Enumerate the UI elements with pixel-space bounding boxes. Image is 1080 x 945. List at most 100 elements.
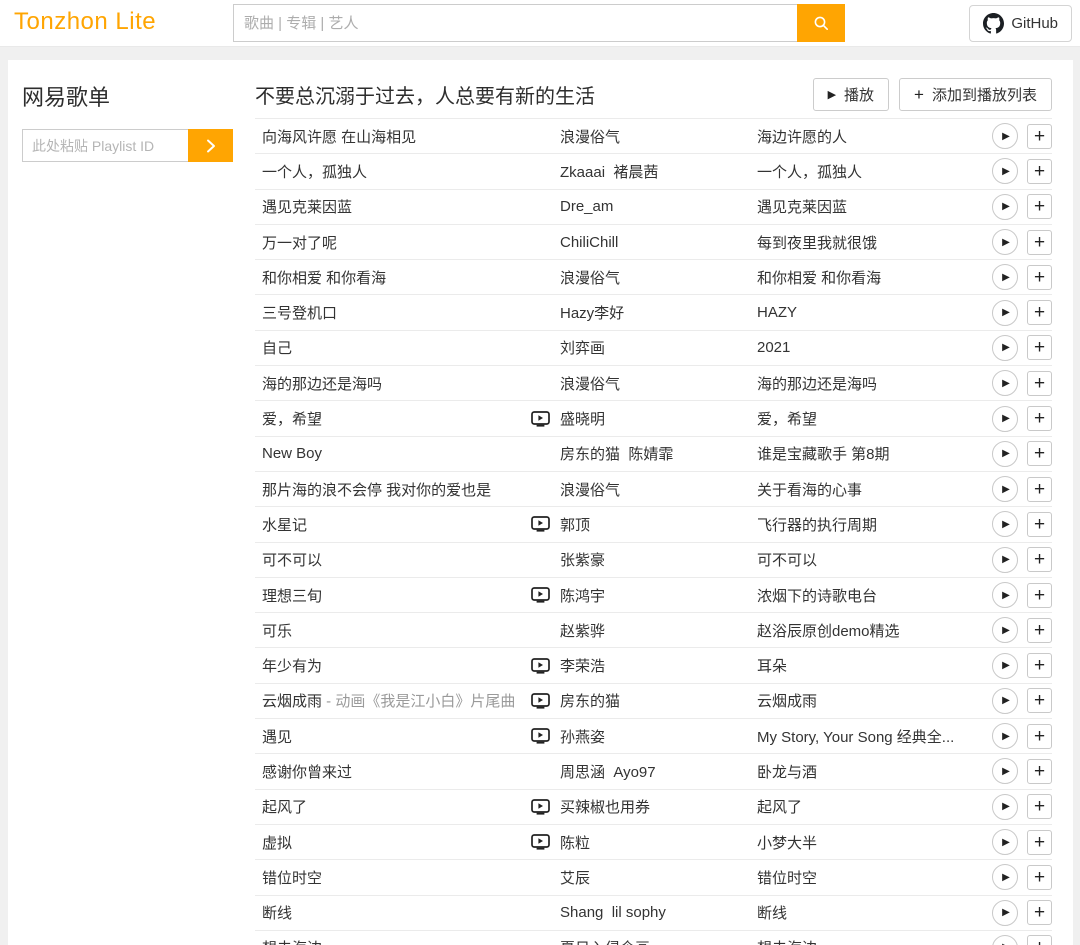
plus-icon: +: [1034, 303, 1045, 322]
github-button[interactable]: GitHub: [969, 5, 1072, 42]
song-cell: New Boy: [262, 445, 550, 462]
table-row: 断线 Shang lil sophy 断线 ▶ +: [255, 896, 1052, 931]
search-input[interactable]: [233, 4, 797, 42]
playlist-id-input[interactable]: [22, 129, 188, 162]
app-logo[interactable]: Tonzhon Lite: [14, 8, 156, 36]
row-play-button[interactable]: ▶: [992, 723, 1018, 749]
mv-icon[interactable]: [531, 411, 550, 427]
song-cell: 云烟成雨 - 动画《我是江小白》片尾曲: [262, 690, 550, 711]
row-play-button[interactable]: ▶: [992, 406, 1018, 432]
plus-icon: +: [1034, 691, 1045, 710]
row-play-button[interactable]: ▶: [992, 229, 1018, 255]
song-album: 关于看海的心事: [757, 479, 985, 500]
play-icon: ▶: [1002, 519, 1010, 530]
row-add-button[interactable]: +: [1027, 512, 1052, 537]
row-play-button[interactable]: ▶: [992, 794, 1018, 820]
play-icon: ▶: [1002, 695, 1010, 706]
add-all-button[interactable]: + 添加到播放列表: [899, 78, 1052, 111]
row-play-button[interactable]: ▶: [992, 758, 1018, 784]
row-add-button[interactable]: +: [1027, 724, 1052, 749]
plus-icon: +: [1034, 656, 1045, 675]
mv-icon[interactable]: [531, 587, 550, 603]
row-play-button[interactable]: ▶: [992, 688, 1018, 714]
row-play-button[interactable]: ▶: [992, 441, 1018, 467]
song-cell: 万一对了呢: [262, 232, 550, 253]
row-add-button[interactable]: +: [1027, 830, 1052, 855]
row-add-button[interactable]: +: [1027, 794, 1052, 819]
row-add-button[interactable]: +: [1027, 653, 1052, 678]
search-button[interactable]: [797, 4, 845, 42]
row-add-button[interactable]: +: [1027, 865, 1052, 890]
song-album: 赵浴辰原创demo精选: [757, 620, 985, 641]
song-name: 虚拟: [262, 835, 292, 852]
row-add-button[interactable]: +: [1027, 194, 1052, 219]
row-play-button[interactable]: ▶: [992, 653, 1018, 679]
plus-icon: +: [1034, 797, 1045, 816]
song-cell: 想去海边: [262, 937, 550, 945]
row-add-button[interactable]: +: [1027, 335, 1052, 360]
song-album: 小梦大半: [757, 832, 985, 853]
song-cell: 那片海的浪不会停 我对你的爱也是: [262, 479, 550, 500]
song-cell: 水星记: [262, 514, 550, 535]
mv-icon[interactable]: [531, 516, 550, 532]
row-add-button[interactable]: +: [1027, 159, 1052, 184]
row-play-button[interactable]: ▶: [992, 582, 1018, 608]
row-play-button[interactable]: ▶: [992, 935, 1018, 945]
play-icon: ▶: [1002, 801, 1010, 812]
row-play-button[interactable]: ▶: [992, 829, 1018, 855]
row-add-button[interactable]: +: [1027, 900, 1052, 925]
table-row: 那片海的浪不会停 我对你的爱也是 浪漫俗气 关于看海的心事 ▶ +: [255, 472, 1052, 507]
row-play-button[interactable]: ▶: [992, 123, 1018, 149]
mv-icon[interactable]: [531, 799, 550, 815]
plus-icon: +: [1034, 127, 1045, 146]
row-add-button[interactable]: +: [1027, 547, 1052, 572]
table-row: 遇见克莱因蓝 Dre_am 遇见克莱因蓝 ▶ +: [255, 190, 1052, 225]
song-artist: 浪漫俗气: [560, 373, 750, 394]
table-row: New Boy 房东的猫 陈婧霏 谁是宝藏歌手 第8期 ▶ +: [255, 437, 1052, 472]
row-add-button[interactable]: +: [1027, 618, 1052, 643]
mv-icon[interactable]: [531, 693, 550, 709]
row-add-button[interactable]: +: [1027, 583, 1052, 608]
row-play-button[interactable]: ▶: [992, 617, 1018, 643]
row-play-button[interactable]: ▶: [992, 547, 1018, 573]
row-play-button[interactable]: ▶: [992, 900, 1018, 926]
song-album: My Story, Your Song 经典全...: [757, 726, 985, 747]
playlist-submit-button[interactable]: [188, 129, 233, 162]
row-play-button[interactable]: ▶: [992, 370, 1018, 396]
row-play-button[interactable]: ▶: [992, 335, 1018, 361]
row-play-button[interactable]: ▶: [992, 264, 1018, 290]
row-play-button[interactable]: ▶: [992, 158, 1018, 184]
plus-icon: +: [1034, 409, 1045, 428]
row-add-button[interactable]: +: [1027, 441, 1052, 466]
song-name: 那片海的浪不会停 我对你的爱也是: [262, 482, 491, 499]
song-cell: 海的那边还是海吗: [262, 373, 550, 394]
row-add-button[interactable]: +: [1027, 935, 1052, 945]
mv-icon[interactable]: [531, 728, 550, 744]
row-play-button[interactable]: ▶: [992, 476, 1018, 502]
row-add-button[interactable]: +: [1027, 688, 1052, 713]
row-add-button[interactable]: +: [1027, 230, 1052, 255]
song-name: 遇见: [262, 729, 292, 746]
song-name: New Boy: [262, 445, 322, 462]
mv-icon[interactable]: [531, 658, 550, 674]
song-cell: 遇见克莱因蓝: [262, 196, 550, 217]
song-artist: 孙燕姿: [560, 726, 750, 747]
plus-icon: +: [1034, 338, 1045, 357]
row-add-button[interactable]: +: [1027, 371, 1052, 396]
song-album: 想去海边: [757, 937, 985, 945]
row-add-button[interactable]: +: [1027, 265, 1052, 290]
row-add-button[interactable]: +: [1027, 477, 1052, 502]
row-play-button[interactable]: ▶: [992, 864, 1018, 890]
row-add-button[interactable]: +: [1027, 406, 1052, 431]
row-play-button[interactable]: ▶: [992, 511, 1018, 537]
row-play-button[interactable]: ▶: [992, 300, 1018, 326]
row-add-button[interactable]: +: [1027, 124, 1052, 149]
play-all-button[interactable]: ▶ 播放: [813, 78, 889, 111]
row-add-button[interactable]: +: [1027, 759, 1052, 784]
row-play-button[interactable]: ▶: [992, 194, 1018, 220]
mv-icon[interactable]: [531, 834, 550, 850]
row-add-button[interactable]: +: [1027, 300, 1052, 325]
table-row: 虚拟 陈粒 小梦大半 ▶ +: [255, 825, 1052, 860]
song-artist: 张紫豪: [560, 549, 750, 570]
song-artist: 赵紫骅: [560, 620, 750, 641]
